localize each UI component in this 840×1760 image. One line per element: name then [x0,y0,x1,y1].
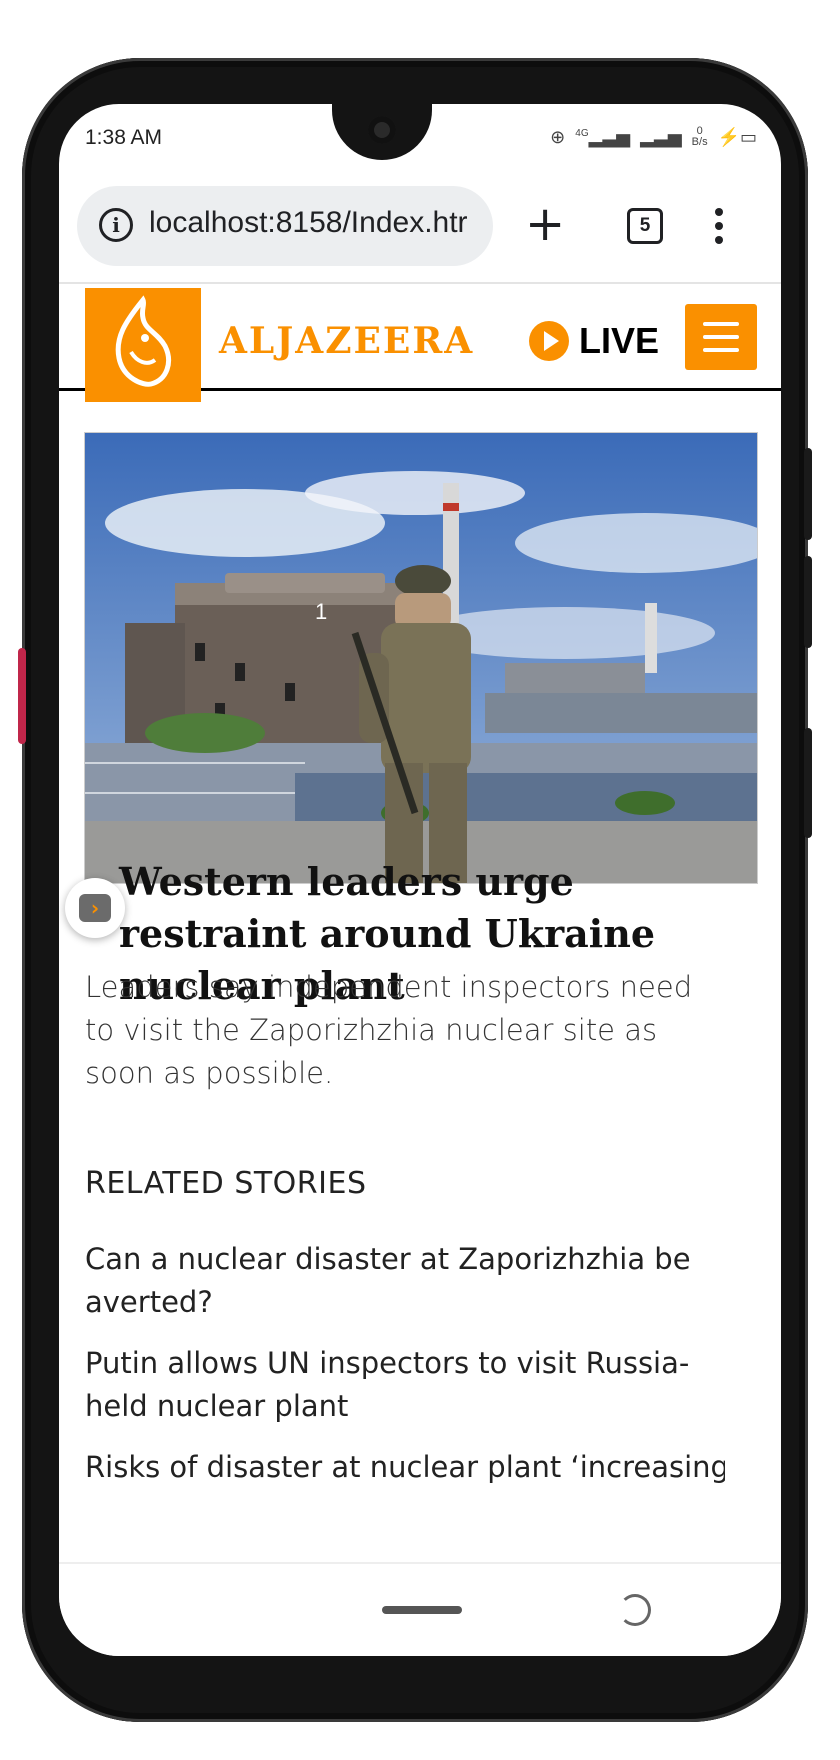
signal-icon: ▂▃▅ [640,126,682,147]
battery-icon: ⚡▭ [717,126,757,147]
brand-wordmark[interactable]: ALJAZEERA [219,320,474,362]
related-stories-title: RELATED STORIES [85,1166,367,1201]
tab-switcher-button[interactable]: 5 [627,208,663,244]
chevron-right-icon: › [79,894,111,922]
related-story-2[interactable]: Putin allows UN inspectors to visit Russ… [85,1342,725,1428]
address-bar[interactable]: i localhost:8158/Index.htr [77,186,493,266]
home-gesture-bar[interactable] [382,1606,462,1614]
menu-button[interactable] [685,304,757,370]
info-icon[interactable]: i [99,208,133,242]
status-icons: ⊕ 4G▂▃▅ ▂▃▅ 0 B/s ⚡▭ [550,126,757,148]
article-hero-image[interactable]: 1 [84,432,758,884]
system-nav-bar [59,1562,781,1656]
front-camera-icon [368,116,396,144]
data-saver-icon: ⊕ [550,126,566,147]
new-tab-icon[interactable]: + [525,196,565,252]
net-speed: 0 B/s [691,125,708,148]
live-label: LIVE [579,320,660,361]
play-icon [529,321,569,361]
side-button-red [18,648,26,744]
svg-text:1: 1 [315,599,327,624]
aljazeera-logo-icon[interactable] [85,288,201,402]
live-button[interactable]: LIVE [529,320,659,362]
article-summary: Leaders say independent inspectors need … [85,970,693,1090]
scroll-arrow-button[interactable]: › [65,878,125,938]
related-story-1[interactable]: Can a nuclear disaster at Zaporizhzhia b… [85,1238,725,1324]
power-button [804,728,812,838]
status-time: 1:38 AM [85,126,163,149]
volume-down-button [804,556,812,648]
overflow-menu-icon[interactable] [715,208,723,244]
url-text[interactable]: localhost:8158/Index.htr [149,206,485,240]
related-story-3[interactable]: Risks of disaster at nuclear plant ‘incr… [85,1446,725,1488]
back-icon[interactable] [619,1594,651,1626]
screen: 1:38 AM ⊕ 4G▂▃▅ ▂▃▅ 0 B/s ⚡▭ i localhost:… [59,104,781,1656]
site-header: ALJAZEERA LIVE [59,284,781,402]
volume-up-button [804,448,812,540]
signal-4g-icon: 4G▂▃▅ [575,126,631,147]
nuclear-plant-photo: 1 [85,433,757,883]
